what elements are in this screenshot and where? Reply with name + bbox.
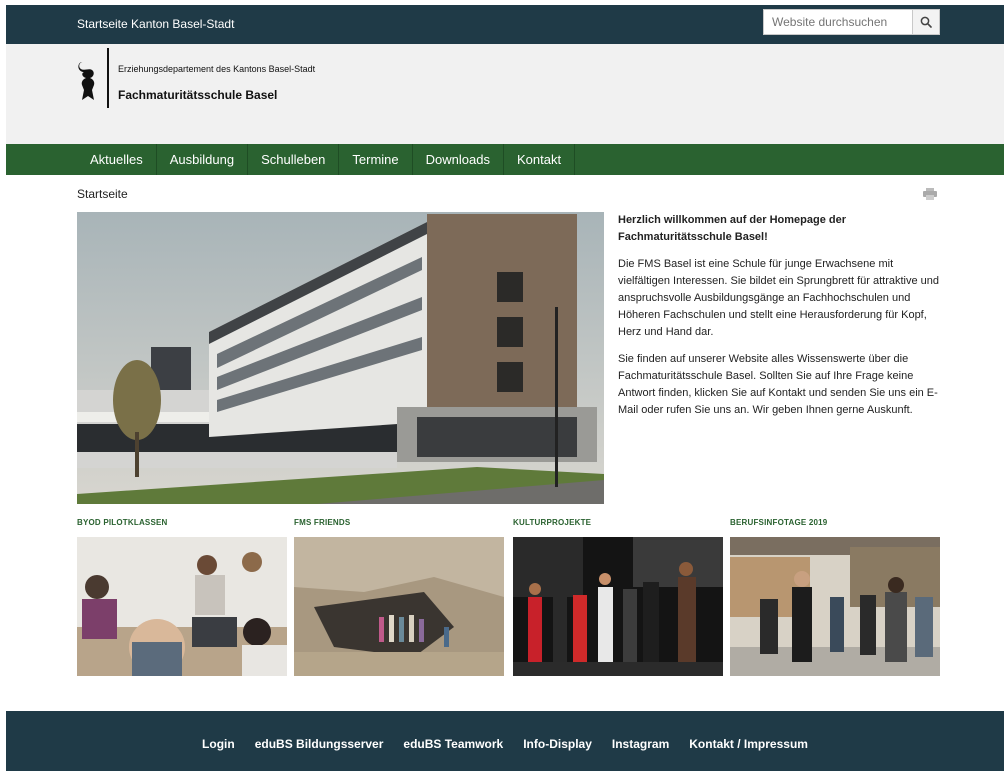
welcome-heading: Herzlich willkommen auf der Homepage der… [618,214,847,243]
footer-link-edubs-teamwork[interactable]: eduBS Teamwork [403,737,503,751]
tile-image-kulturprojekte[interactable] [513,537,723,676]
search-input[interactable] [764,10,914,34]
site-header: Erziehungsdepartement des Kantons Basel-… [6,44,1004,144]
search-button[interactable] [912,10,939,34]
tile-title[interactable]: FMS FRIENDS [294,517,504,529]
footer-link-kontakt-impressum[interactable]: Kontakt / Impressum [689,737,808,751]
canton-home-link[interactable]: Startseite Kanton Basel-Stadt [77,17,234,31]
tile-title[interactable]: BERUFSINFOTAGE 2019 [730,517,940,529]
footer-link-edubs-bildungsserver[interactable]: eduBS Bildungsserver [255,737,384,751]
intro-paragraph-1: Die FMS Basel ist eine Schule für junge … [618,258,940,338]
search-icon [920,16,932,28]
search-box [763,9,940,35]
print-icon[interactable] [923,188,937,200]
top-bar: Startseite Kanton Basel-Stadt [6,5,1004,44]
hero-image-school-building [77,212,604,504]
nav-item-aktuelles[interactable]: Aktuelles [77,144,157,175]
tile-title[interactable]: KULTURPROJEKTE [513,517,723,529]
header-divider [107,48,109,108]
intro-text: Herzlich willkommen auf der Homepage der… [618,212,944,429]
tile-image-fms-friends[interactable] [294,537,504,676]
nav-item-ausbildung[interactable]: Ausbildung [157,144,249,175]
footer-link-instagram[interactable]: Instagram [612,737,669,751]
tile-image-byod[interactable] [77,537,287,676]
baselstab-logo[interactable] [77,60,99,104]
tile-image-berufsinfotage[interactable] [730,537,940,676]
tile-berufsinfotage[interactable]: BERUFSINFOTAGE 2019 [730,517,940,676]
intro-paragraph-2: Sie finden auf unserer Website alles Wis… [618,353,938,416]
tile-fms-friends[interactable]: FMS FRIENDS [294,517,504,676]
tile-byod[interactable]: BYOD PILOTKLASSEN [77,517,287,676]
footer-link-login[interactable]: Login [202,737,235,751]
tile-title[interactable]: BYOD PILOTKLASSEN [77,517,287,529]
department-name: Erziehungsdepartement des Kantons Basel-… [118,64,316,74]
nav-item-downloads[interactable]: Downloads [413,144,504,175]
footer: Login eduBS Bildungsserver eduBS Teamwor… [6,711,1004,771]
school-name[interactable]: Fachmaturitätsschule Basel [118,88,277,102]
breadcrumb: Startseite [77,187,128,201]
nav-item-kontakt[interactable]: Kontakt [504,144,576,175]
footer-link-info-display[interactable]: Info-Display [523,737,592,751]
nav-item-schulleben[interactable]: Schulleben [248,144,340,175]
main-navigation: Aktuelles Ausbildung Schulleben Termine … [6,144,1004,175]
tile-kulturprojekte[interactable]: KULTURPROJEKTE [513,517,723,676]
nav-item-termine[interactable]: Termine [339,144,413,175]
